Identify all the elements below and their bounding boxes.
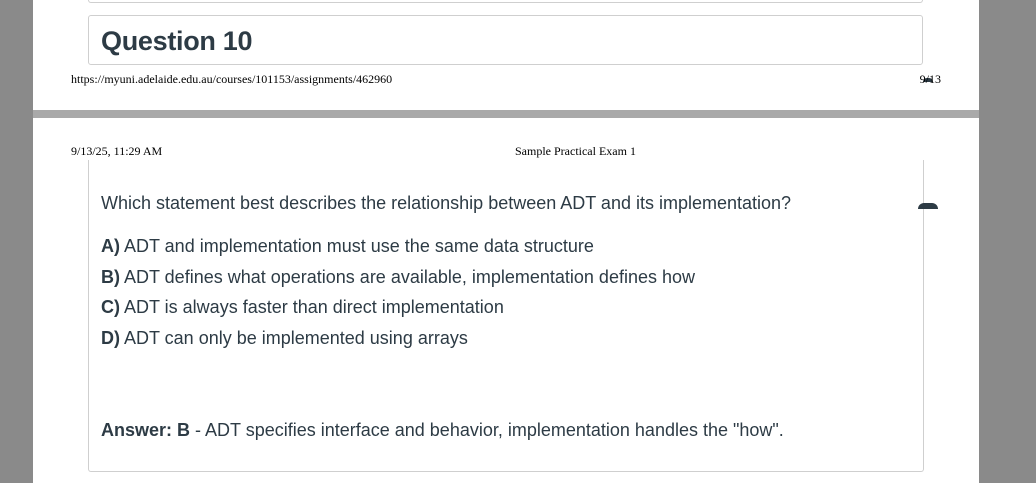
scroll-indicator [918,203,938,209]
option-letter: B) [101,266,120,287]
option-text: ADT is always faster than direct impleme… [124,297,504,317]
option-text: ADT defines what operations are availabl… [124,266,695,287]
print-page-bottom: 9/13/25, 11:29 AM Sample Practical Exam … [33,118,979,483]
option-text: ADT and implementation must use the same… [124,236,594,256]
option-d: D) ADT can only be implemented using arra… [101,328,695,359]
answer-options: A) ADT and implementation must use the sa… [101,236,695,358]
option-letter: A) [101,236,120,256]
question-title: Question 10 [101,26,253,56]
question-box-body: Which statement best describes the relat… [88,160,938,472]
page-separator [33,110,979,118]
answer-explanation: - ADT specifies interface and behavior, … [190,420,784,440]
option-letter: D) [101,327,120,348]
answer-label: Answer: B [101,420,191,440]
print-footer-page-number: 9/13 [919,72,941,86]
question-box-header: Question 10 [88,15,933,82]
option-c: C) ADT is always faster than direct imple… [101,297,695,328]
option-text: ADT can only be implemented using arrays [124,327,468,348]
option-b: B) ADT defines what operations are availa… [101,267,695,298]
print-footer-url: https://myuni.adelaide.edu.au/courses/10… [71,72,393,86]
option-letter: C) [101,297,120,317]
print-header-title: Sample Practical Exam 1 [515,144,636,158]
previous-question-box-edge [88,0,923,3]
answer-line: Answer: B - ADT specifies interface and … [101,420,784,441]
question-text: Which statement best describes the relat… [101,193,792,213]
print-page-top: Question 10 https://myuni.adelaide.edu.a… [33,0,979,110]
option-a: A) ADT and implementation must use the sa… [101,236,695,267]
print-header-datetime: 9/13/25, 11:29 AM [71,144,163,158]
